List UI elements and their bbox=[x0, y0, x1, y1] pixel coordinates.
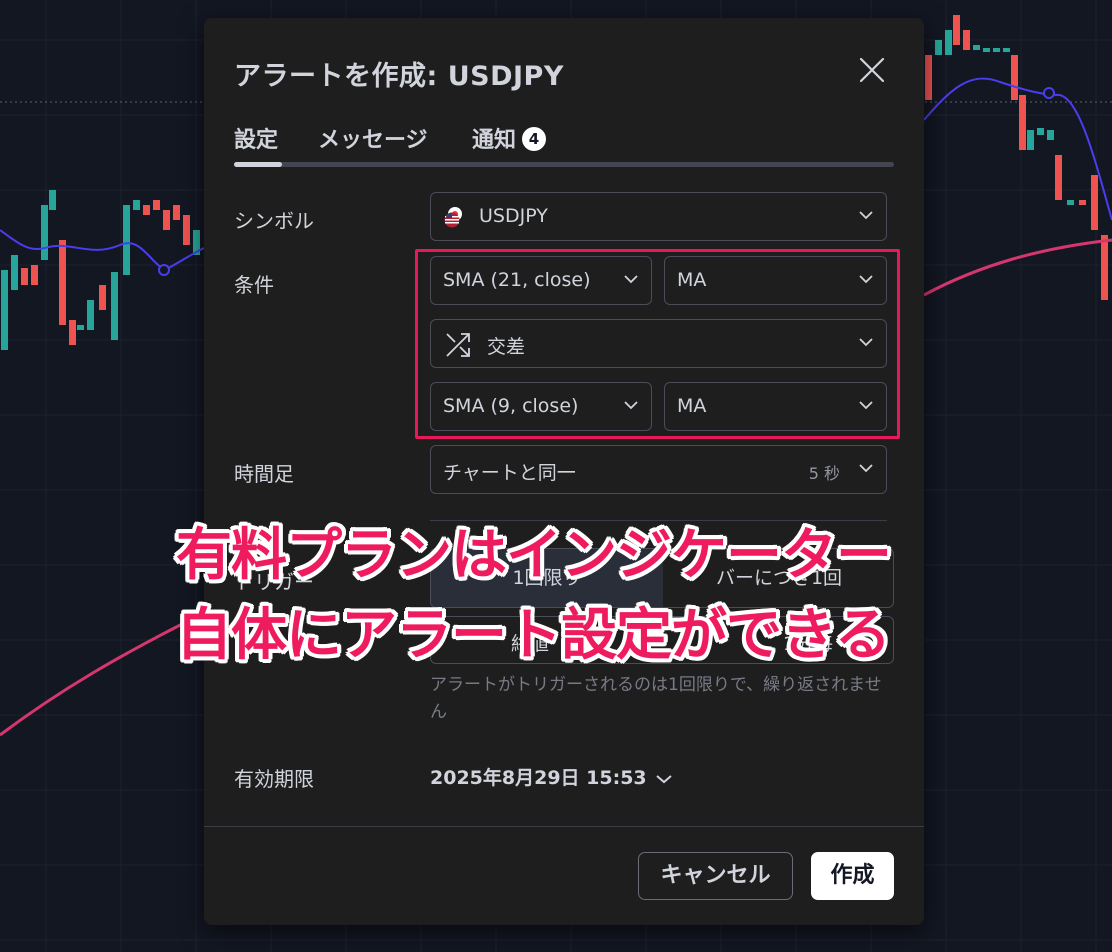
condition-operator-select[interactable]: 交差 bbox=[430, 319, 887, 368]
chevron-down-icon bbox=[859, 211, 873, 220]
candle bbox=[953, 15, 960, 45]
tab-scroll-track bbox=[234, 162, 894, 167]
active-tab-indicator bbox=[234, 162, 282, 167]
expiry-value: 2025年8月29日 15:53 bbox=[430, 767, 647, 789]
candle bbox=[77, 325, 84, 330]
candle bbox=[1011, 55, 1018, 100]
condition-second-plot-select[interactable]: MA bbox=[664, 382, 887, 431]
candle bbox=[963, 30, 970, 50]
chevron-down-icon bbox=[859, 275, 873, 284]
tab-message[interactable]: メッセージ bbox=[318, 122, 428, 154]
candle bbox=[1, 270, 8, 350]
symbol-select[interactable]: USDJPY bbox=[430, 192, 887, 241]
create-button[interactable]: 作成 bbox=[811, 852, 894, 900]
candle bbox=[1019, 95, 1026, 150]
candle bbox=[11, 255, 18, 290]
cancel-button[interactable]: キャンセル bbox=[638, 852, 793, 900]
candle bbox=[1101, 235, 1108, 300]
condition-first-plot-select[interactable]: MA bbox=[664, 256, 887, 305]
chevron-down-icon bbox=[624, 401, 638, 410]
candle bbox=[59, 240, 66, 325]
candle bbox=[1047, 130, 1054, 140]
timeframe-select[interactable]: チャートと同一 5 秒 bbox=[430, 445, 887, 494]
ma-cross-marker bbox=[1043, 87, 1055, 99]
timeframe-hint: 5 秒 bbox=[808, 464, 840, 483]
candle bbox=[143, 205, 150, 215]
symbol-value: USDJPY bbox=[479, 205, 548, 227]
timeframe-label: 時間足 bbox=[234, 462, 294, 486]
ma-cross-marker bbox=[158, 264, 170, 276]
tab-notifications-label: 通知 bbox=[472, 128, 517, 153]
chevron-down-icon bbox=[655, 774, 672, 783]
create-alert-dialog: アラートを作成: USDJPY 設定 メッセージ 通知 4 シンボル USDJPY… bbox=[204, 18, 924, 925]
candle bbox=[99, 285, 106, 310]
condition-first-indicator-select[interactable]: SMA (21, close) bbox=[430, 256, 652, 305]
candle bbox=[123, 205, 130, 275]
expiry-label: 有効期限 bbox=[234, 767, 314, 791]
condition-operator-value: 交差 bbox=[487, 336, 526, 358]
candle bbox=[983, 48, 990, 52]
candle bbox=[1003, 48, 1010, 52]
chevron-down-icon bbox=[859, 338, 873, 347]
condition-first-plot-value: MA bbox=[677, 269, 707, 291]
candle bbox=[1027, 130, 1034, 150]
candle bbox=[111, 272, 118, 340]
annotation-line-2: 自体にアラート設定ができる bbox=[176, 603, 891, 668]
annotation-line-1: 有料プランはインジケーター bbox=[176, 523, 892, 588]
candle bbox=[31, 265, 38, 285]
candle bbox=[945, 30, 952, 55]
candle bbox=[153, 200, 160, 210]
notification-count-badge: 4 bbox=[522, 127, 547, 151]
footer-divider bbox=[204, 826, 924, 827]
tab-notifications[interactable]: 通知 4 bbox=[472, 122, 547, 154]
condition-second-indicator-select[interactable]: SMA (9, close) bbox=[430, 382, 652, 431]
candle bbox=[133, 200, 140, 210]
candle bbox=[973, 45, 980, 50]
close-icon bbox=[859, 57, 885, 83]
symbol-label: シンボル bbox=[234, 209, 314, 233]
candle bbox=[1091, 175, 1098, 230]
candle bbox=[1067, 200, 1074, 205]
chevron-down-icon bbox=[624, 275, 638, 284]
candle bbox=[49, 190, 56, 210]
dialog-title: アラートを作成: USDJPY bbox=[234, 61, 564, 92]
candle bbox=[1037, 128, 1044, 135]
chevron-down-icon bbox=[859, 464, 873, 473]
expiry-selector[interactable]: 2025年8月29日 15:53 bbox=[430, 763, 673, 790]
candle bbox=[1055, 155, 1062, 200]
condition-first-indicator-value: SMA (21, close) bbox=[443, 269, 591, 291]
candle bbox=[993, 48, 1000, 52]
chevron-down-icon bbox=[859, 401, 873, 410]
candle bbox=[87, 300, 94, 330]
candle bbox=[21, 268, 28, 285]
candle bbox=[1079, 200, 1086, 205]
condition-label: 条件 bbox=[234, 273, 274, 297]
candle bbox=[925, 55, 932, 100]
condition-second-indicator-value: SMA (9, close) bbox=[443, 395, 579, 417]
us-jp-flag-icon bbox=[444, 207, 462, 228]
condition-second-plot-value: MA bbox=[677, 395, 707, 417]
candle bbox=[69, 320, 76, 345]
candle bbox=[935, 40, 942, 55]
tab-settings[interactable]: 設定 bbox=[234, 122, 278, 154]
candle bbox=[173, 205, 180, 220]
timeframe-value: チャートと同一 bbox=[443, 462, 576, 484]
close-button[interactable] bbox=[856, 54, 888, 86]
candle bbox=[183, 215, 190, 245]
candle bbox=[163, 210, 170, 230]
candle bbox=[41, 205, 48, 260]
trigger-help-text: アラートがトリガーされるのは1回限りで、繰り返されません bbox=[430, 675, 882, 722]
cross-arrows-icon bbox=[446, 333, 470, 357]
